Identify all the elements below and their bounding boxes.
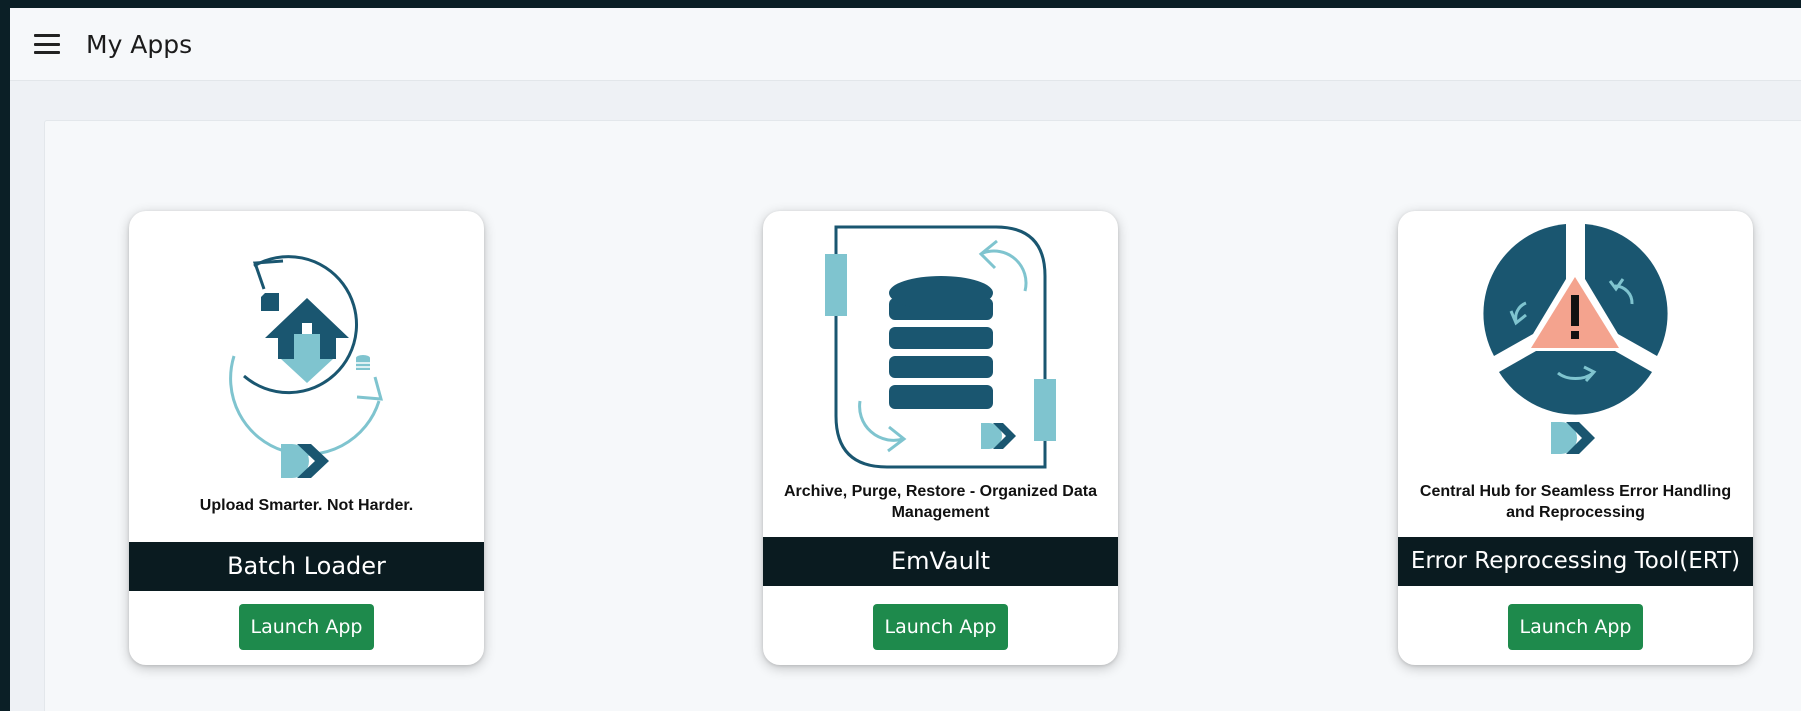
top-bar: My Apps	[10, 8, 1801, 81]
cloud-upload-icon	[229, 255, 384, 478]
brand-logo-icon	[1551, 422, 1595, 454]
apps-panel: Upload Smarter. Not Harder. Batch Loader…	[44, 120, 1801, 711]
card-tagline: Archive, Purge, Restore - Organized Data…	[784, 483, 1097, 521]
launch-batch-loader-button[interactable]: Launch App	[239, 604, 374, 650]
menu-icon[interactable]	[34, 34, 60, 54]
app-card-ert: Central Hub for Seamless Error Handling …	[1398, 211, 1753, 665]
app-card-batch-loader: Upload Smarter. Not Harder. Batch Loader…	[129, 211, 484, 665]
brand-logo-icon	[281, 444, 329, 478]
app-window: My Apps Upload Smarter. Not Harder. Batc…	[10, 8, 1801, 711]
card-app-name: EmVault	[763, 537, 1118, 586]
launch-emvault-button[interactable]: Launch App	[873, 604, 1008, 650]
card-tagline: Upload Smarter. Not Harder.	[199, 497, 414, 514]
card-app-name: Error Reprocessing Tool(ERT)	[1398, 537, 1753, 586]
card-tagline: Central Hub for Seamless Error Handling …	[1419, 483, 1732, 521]
app-card-emvault: Archive, Purge, Restore - Organized Data…	[763, 211, 1118, 665]
brand-logo-icon	[981, 423, 1016, 449]
launch-ert-button[interactable]: Launch App	[1508, 604, 1643, 650]
card-app-name: Batch Loader	[129, 542, 484, 591]
page-title: My Apps	[86, 29, 193, 59]
